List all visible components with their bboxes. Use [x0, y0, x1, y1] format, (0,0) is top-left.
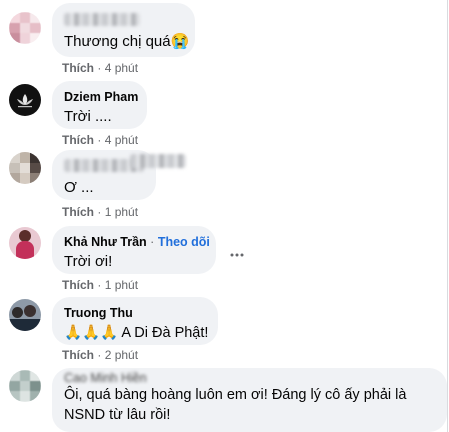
comment-time[interactable]: 1 phút [105, 278, 138, 292]
comment-actions: Thích · 2 phút [62, 347, 138, 363]
comment-bubble: Cao Minh Hiền Ôi, quá bàng hoàng luôn em… [52, 368, 447, 432]
like-button[interactable]: Thích [62, 278, 94, 292]
avatar-dress [16, 241, 34, 259]
like-button[interactable]: Thích [62, 348, 94, 362]
avatar-clothes [9, 319, 41, 331]
comment-time[interactable]: 4 phút [105, 133, 138, 147]
comment-actions: Thích · 4 phút [62, 60, 138, 76]
separator: · [97, 348, 102, 362]
blurred-strip [130, 154, 186, 168]
avatar[interactable] [9, 84, 41, 116]
comment-text-line-1: Ôi, quá bàng hoàng luôn em ơi! Đáng lý c… [64, 387, 407, 403]
comment-time[interactable]: 4 phút [105, 61, 138, 75]
separator: · [97, 205, 102, 219]
comment-actions: Thích · 4 phút [62, 132, 138, 148]
more-horizontal-icon[interactable] [229, 247, 245, 263]
avatar-person-2 [24, 305, 36, 317]
comment-header: Khả Như Trần · Theo dõi [64, 234, 210, 250]
avatar[interactable] [9, 299, 41, 331]
comment-bubble: Khả Như Trần · Theo dõi Trời ơi! [52, 226, 216, 274]
comment-author[interactable]: Cao Minh Hiền [64, 372, 435, 385]
comment-actions: Thích · 1 phút [62, 204, 138, 220]
comment-text: Thương chị quá😭 [64, 33, 190, 50]
like-button[interactable]: Thích [62, 205, 94, 219]
avatar-person-1 [12, 307, 23, 318]
follow-button[interactable]: Theo dõi [158, 235, 210, 249]
comment-text: 🙏🙏🙏 A Di Đà Phật! [64, 325, 209, 341]
separator: · [97, 133, 102, 147]
comment-author[interactable]: Khả Như Trần [64, 235, 147, 249]
separator: · [97, 61, 102, 75]
comment-text-line-2: NSND từ lâu rồi! [64, 407, 171, 423]
comment-bubble: Thương chị quá😭 [52, 3, 195, 57]
avatar[interactable] [9, 370, 41, 402]
comment-time[interactable]: 1 phút [105, 205, 138, 219]
comment-text: Trời .... [64, 108, 112, 125]
avatar[interactable] [9, 152, 41, 184]
author-name-blurred[interactable] [64, 13, 140, 26]
comment-author[interactable]: Dziem Pham [64, 89, 138, 105]
like-button[interactable]: Thích [62, 61, 94, 75]
like-button[interactable]: Thích [62, 133, 94, 147]
comment-time[interactable]: 2 phút [105, 348, 138, 362]
comment-bubble: Truong Thu 🙏🙏🙏 A Di Đà Phật! [52, 297, 218, 345]
comment-text: Ơ ... [64, 179, 94, 196]
right-edge-border [447, 0, 448, 432]
comment-bubble: Dziem Pham Trời .... [52, 81, 147, 129]
separator: · [97, 278, 102, 292]
avatar[interactable] [9, 227, 41, 259]
lotus-logo-icon [17, 94, 33, 108]
comment-actions: Thích · 1 phút [62, 277, 138, 293]
comment-author[interactable]: Truong Thu [64, 305, 206, 321]
comment-text: Trời ơi! [64, 253, 113, 270]
separator: · [150, 235, 155, 249]
avatar[interactable] [9, 12, 41, 44]
